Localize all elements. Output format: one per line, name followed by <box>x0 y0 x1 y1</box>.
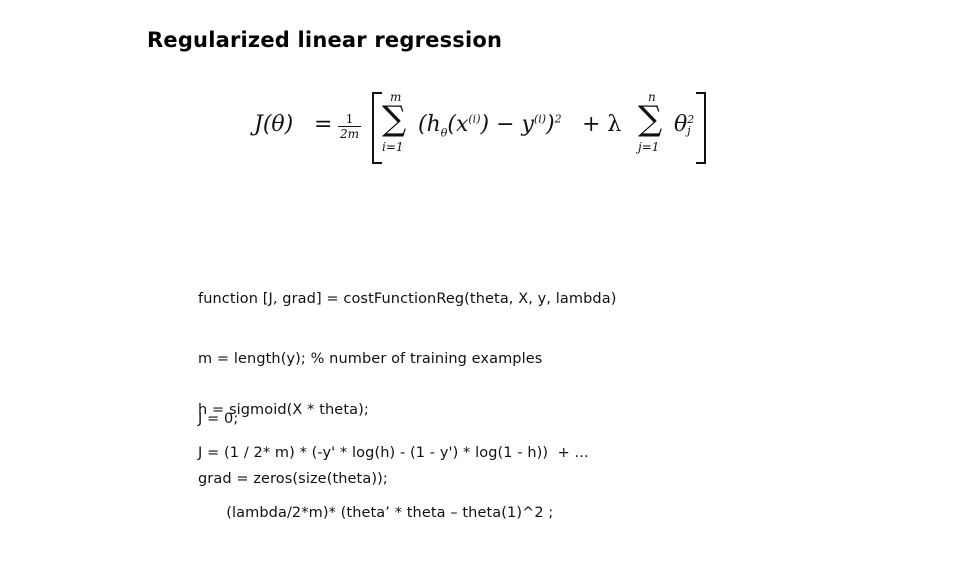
term-x-sup: (i) <box>468 112 481 126</box>
plus-lambda: + λ <box>582 112 622 137</box>
left-bracket <box>372 92 382 164</box>
equation-fraction: 1 2m <box>338 112 362 141</box>
equation-lhs: J(θ) <box>254 112 294 137</box>
term-square: 2 <box>554 112 562 126</box>
term-y-sup: (i) <box>533 112 547 126</box>
sum2-lower: j=1 <box>638 140 660 154</box>
equation-equals: = <box>314 112 333 137</box>
term-x: (x <box>447 112 469 137</box>
sum1-lower: i=1 <box>382 140 404 154</box>
fraction-numerator: 1 <box>345 112 354 126</box>
slide-title: Regularized linear regression <box>147 28 503 52</box>
sum2-symbol: ∑ <box>638 99 663 139</box>
code-line: function [J, grad] = costFunctionReg(the… <box>198 291 617 307</box>
term-y: ) − y <box>480 112 534 137</box>
right-bracket <box>696 92 706 164</box>
term-h: (h <box>418 112 441 137</box>
theta-term: θ2j <box>674 112 694 137</box>
fraction-denominator: 2m <box>338 126 362 141</box>
code-block-cost: J = (1 / 2* m) * (-y' * log(h) - (1 - y'… <box>198 403 589 563</box>
code-line: J = (1 / 2* m) * (-y' * log(h) - (1 - y'… <box>198 445 589 461</box>
sum1-symbol: ∑ <box>382 99 407 139</box>
code-line: (lambda/2*m)* (theta’ * theta – theta(1)… <box>198 505 554 521</box>
theta: θ <box>674 112 688 137</box>
sum1-term: (hθ(x(i)) − y(i))2 <box>418 112 562 139</box>
theta-sub: j <box>687 124 691 137</box>
cost-function-equation: J(θ) = 1 2m m ∑ i=1 (hθ(x(i)) − y(i))2 +… <box>250 88 710 168</box>
term-close: ) <box>546 112 555 137</box>
